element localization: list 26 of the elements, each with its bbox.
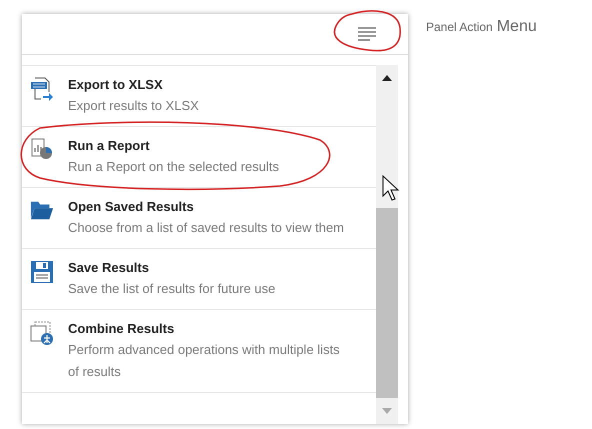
menu-item[interactable]: Open Saved Results Choose from a list of saved results to view them — [22, 188, 376, 249]
item-description: Save the list of results for future use — [68, 280, 276, 298]
scrollbar[interactable] — [376, 65, 398, 424]
item-title: Open Saved Results — [68, 198, 195, 216]
folder-icon — [30, 199, 54, 221]
item-description: Run a Report on the selected results — [68, 158, 280, 176]
report-chart-icon — [31, 138, 53, 160]
save-icon — [30, 260, 54, 284]
item-title: Export to XLSX — [68, 76, 164, 94]
item-description: Choose from a list of saved results to view them — [68, 219, 346, 237]
menu-icon — [357, 26, 377, 42]
scroll-up-icon[interactable] — [382, 75, 392, 81]
caption-text: Menu — [496, 18, 537, 36]
item-description: Perform advanced operations with multiple lists of results — [68, 341, 341, 381]
menu-item[interactable]: Run a Report Run a Report on the selected results — [22, 127, 376, 188]
menu-item[interactable]: Save Results Save the list of results for future use — [22, 249, 376, 310]
item-title: Combine Results — [68, 320, 176, 338]
item-title: Save Results — [68, 259, 150, 277]
combine-icon — [30, 321, 54, 346]
spreadsheet-export-icon — [31, 77, 53, 101]
scroll-thumb[interactable] — [376, 208, 398, 398]
cursor-icon — [382, 174, 400, 201]
scroll-down-icon[interactable] — [382, 408, 392, 414]
caption-text: Panel Action — [426, 20, 493, 34]
item-description: Export results to XLSX — [68, 97, 200, 115]
item-title: Run a Report — [68, 137, 151, 155]
